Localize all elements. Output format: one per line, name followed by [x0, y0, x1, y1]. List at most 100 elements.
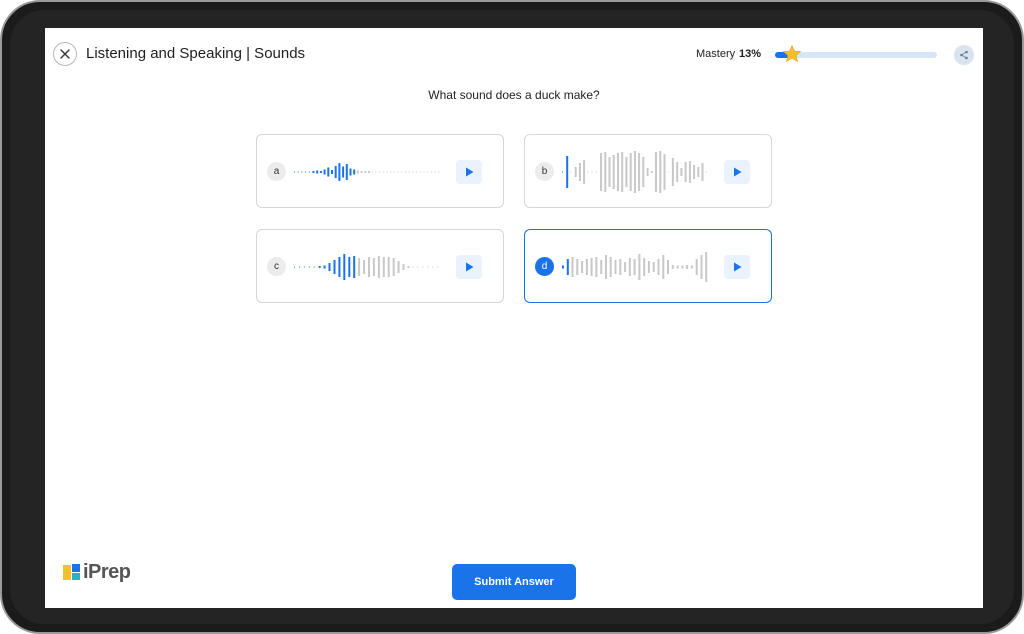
waveform-bar — [659, 151, 662, 193]
play-button[interactable] — [724, 255, 750, 279]
waveform-bar — [662, 255, 665, 279]
submit-answer-button[interactable]: Submit Answer — [452, 564, 576, 600]
waveform-bar — [605, 255, 607, 279]
waveform-bar — [438, 171, 440, 173]
waveform-bar — [681, 265, 684, 269]
waveform-bar — [408, 171, 410, 173]
option-letter: c — [267, 257, 286, 276]
waveform-bar — [655, 152, 657, 192]
waveform-bar — [318, 266, 321, 268]
waveform-bar — [345, 164, 348, 180]
logo-text: iPrep — [83, 560, 131, 583]
play-button[interactable] — [456, 160, 482, 184]
waveform-bar — [372, 258, 375, 276]
waveform-bar — [667, 260, 669, 274]
waveform-bar — [419, 171, 421, 173]
waveform-bar — [591, 171, 593, 173]
waveform-bar — [647, 261, 650, 273]
app-screen: Listening and Speaking | Sounds Mastery … — [45, 28, 983, 608]
waveform-bar — [643, 258, 646, 276]
waveform-bar — [427, 171, 429, 173]
waveform-bar — [402, 264, 405, 270]
waveform-bar — [437, 266, 439, 268]
waveform-bar — [624, 262, 627, 272]
waveform-bar — [377, 256, 380, 278]
waveform-bar — [432, 266, 434, 268]
waveform-bar — [360, 171, 363, 173]
waveform-bar — [629, 153, 632, 191]
close-button[interactable] — [53, 42, 77, 66]
waveform-bar — [705, 171, 707, 173]
waveform-bar — [705, 252, 708, 282]
waveform-bar — [382, 171, 384, 173]
waveform-bar — [294, 266, 295, 268]
waveform-bar — [397, 171, 399, 173]
option-letter: d — [535, 257, 554, 276]
play-button[interactable] — [456, 255, 482, 279]
waveform-bar — [334, 166, 337, 178]
play-icon — [733, 167, 741, 177]
waveform-bar — [308, 171, 310, 173]
waveform-bar — [652, 262, 655, 272]
waveform-bar — [349, 168, 352, 176]
waveform-bar — [368, 171, 370, 173]
waveform-bar — [566, 156, 569, 188]
waveform-bar — [562, 171, 563, 173]
waveform-bar — [617, 153, 619, 191]
waveform-bar — [671, 158, 674, 186]
waveform-bar — [671, 265, 674, 269]
waveform-bar — [333, 260, 336, 274]
waveform-bar — [323, 169, 326, 175]
option-letter: b — [535, 162, 554, 181]
waveform-bar — [319, 171, 322, 173]
waveform-bar — [690, 265, 693, 269]
play-icon — [465, 167, 473, 177]
waveform-bar — [628, 258, 631, 276]
waveform-bar — [625, 157, 628, 187]
audio-waveform — [562, 252, 708, 282]
waveform-bar — [328, 263, 331, 271]
waveform-bar — [642, 157, 645, 187]
waveform-bar — [364, 171, 367, 173]
waveform-bar — [417, 266, 419, 268]
waveform-bar — [294, 171, 295, 173]
logo-mark-icon — [63, 564, 80, 580]
waveform-bar — [600, 153, 603, 191]
waveform-bar — [353, 169, 356, 175]
waveform-bar — [401, 171, 403, 173]
waveform-bar — [397, 261, 400, 273]
waveform-bar — [676, 162, 679, 182]
waveform-bar — [392, 258, 395, 276]
answer-option-b[interactable]: b — [524, 134, 772, 208]
waveform-bar — [688, 161, 691, 183]
play-button[interactable] — [724, 160, 750, 184]
waveform-bar — [416, 171, 418, 173]
waveform-bar — [298, 266, 300, 268]
share-button[interactable] — [954, 45, 974, 65]
waveform-bar — [701, 163, 704, 181]
waveform-bar — [387, 257, 390, 277]
waveform-bar — [427, 266, 429, 268]
waveform-bar — [585, 259, 588, 275]
waveform-bar — [382, 257, 385, 277]
waveform-bar — [566, 259, 569, 275]
audio-waveform — [294, 163, 440, 181]
waveform-bar — [587, 171, 589, 173]
waveform-bar — [348, 257, 351, 277]
answer-option-a[interactable]: a — [256, 134, 504, 208]
waveform-bar — [633, 259, 636, 275]
waveform-bar — [303, 266, 305, 268]
answer-option-c[interactable]: c — [256, 229, 504, 303]
waveform-bar — [308, 266, 310, 268]
tablet-frame: Listening and Speaking | Sounds Mastery … — [0, 0, 1024, 634]
waveform-bar — [338, 257, 341, 277]
answer-option-d[interactable]: d — [524, 229, 772, 303]
waveform-bar — [590, 258, 593, 276]
share-icon — [960, 50, 968, 60]
waveform-bar — [301, 171, 303, 173]
waveform-bar — [676, 265, 679, 269]
star-icon — [782, 44, 802, 63]
mastery-value: 13% — [739, 48, 762, 60]
waveform-bar — [581, 261, 584, 273]
waveform-bar — [375, 171, 377, 173]
